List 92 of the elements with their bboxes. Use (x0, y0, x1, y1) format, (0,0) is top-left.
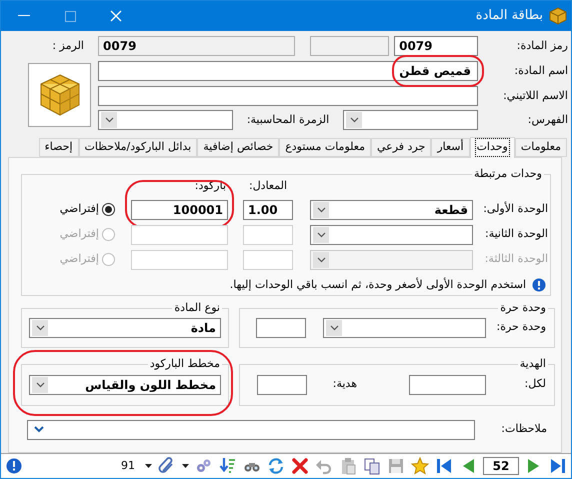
chevron-down-icon (316, 256, 326, 263)
maximize-icon (64, 10, 76, 22)
field-label: الوحدة الأولى: (483, 202, 548, 216)
record-number-field[interactable]: 52 (483, 457, 519, 476)
barcode-field[interactable]: 100001 (131, 200, 228, 220)
latin-name-field[interactable] (98, 86, 478, 106)
name-field[interactable]: قميص قطن (98, 61, 478, 81)
factor-field[interactable]: 1.00 (243, 200, 293, 220)
factor-field[interactable] (243, 250, 293, 270)
tab[interactable]: معلومات (514, 138, 567, 157)
dropdown-button[interactable] (313, 252, 329, 268)
chevron-down-icon (330, 324, 338, 331)
window-title: بطاقة المادة (476, 7, 543, 26)
chevron-down-icon (104, 117, 114, 123)
dropdown-button[interactable] (101, 112, 117, 128)
barcode-field[interactable] (131, 224, 228, 245)
unit-dropdown[interactable]: قطعة (310, 200, 473, 220)
tab[interactable]: خصائص إضافية (197, 138, 280, 157)
field-label: إفتراضي (60, 201, 99, 218)
minimize-icon (18, 15, 30, 17)
index-dropdown[interactable] (343, 110, 478, 130)
delete-icon[interactable] (291, 457, 309, 476)
field-label: الاسم اللاتيني: (502, 88, 568, 104)
field-label: المعادل: (248, 178, 288, 194)
chevron-down-icon (316, 206, 326, 213)
first-record-icon[interactable] (435, 457, 453, 476)
save-icon[interactable] (387, 457, 405, 476)
dropdown-button[interactable] (313, 202, 329, 218)
last-record-icon[interactable] (549, 457, 567, 476)
star-icon[interactable] (411, 457, 429, 476)
tab[interactable]: وحدات (470, 136, 515, 158)
dropdown-button[interactable] (313, 226, 329, 243)
chevron-down-icon (34, 426, 44, 434)
dropdown-button[interactable] (32, 320, 48, 336)
dropdown-button[interactable] (346, 112, 362, 128)
dropdown-button[interactable] (326, 320, 342, 336)
field-label: الزمرة المحاسبية: (246, 112, 330, 128)
tab[interactable]: معلومات مستودع (279, 138, 371, 157)
tab[interactable]: أسعار (431, 138, 470, 157)
group-title: الهدية (518, 356, 548, 372)
close-icon (110, 10, 122, 22)
barcode-scheme-dropdown[interactable]: مخطط اللون والقياس (29, 374, 221, 395)
barcode-field[interactable] (131, 250, 228, 270)
radio-button[interactable] (102, 228, 115, 242)
dropdown-button[interactable] (32, 376, 48, 393)
tab[interactable]: بدائل الباركود/ملاحظات (78, 138, 198, 157)
chevron-down-icon (36, 382, 44, 388)
unit-dropdown[interactable] (310, 224, 473, 245)
caret-icon[interactable] (182, 464, 189, 468)
account-group-dropdown[interactable] (98, 110, 233, 130)
field-label: الوحدة الثالثة: (484, 252, 548, 266)
cube-icon (549, 7, 567, 25)
code-field[interactable]: 0079 (394, 36, 478, 56)
field-label: وحدة حرة: (496, 320, 546, 334)
field-label: لكل: (524, 377, 546, 390)
field-label: الوحدة الثانية: (485, 227, 548, 240)
sort-descending-icon[interactable] (219, 457, 237, 476)
symbol-field[interactable]: 0079 (98, 36, 296, 56)
item-type-dropdown[interactable]: مادة (29, 318, 221, 338)
field-label: اسم المادة: (513, 62, 568, 79)
notes-field[interactable] (27, 420, 475, 440)
field-label: رمز المادة: (516, 38, 568, 54)
field-label: ملاحظات: (501, 422, 547, 436)
free-unit-dropdown[interactable] (323, 318, 486, 338)
tab[interactable]: جرد فرعي (370, 138, 432, 157)
copy-icon[interactable] (363, 457, 381, 476)
group-title: وحدات مرتبطة (472, 166, 544, 182)
field-label: إفتراضي (60, 226, 99, 242)
group-title: مخطط الباركود (148, 356, 222, 372)
field-label: الفهرس: (526, 112, 568, 128)
chevron-down-icon (316, 232, 326, 238)
factor-field[interactable] (243, 224, 293, 245)
input-field[interactable] (310, 36, 390, 56)
caret-icon[interactable] (145, 464, 152, 468)
tab[interactable]: إحصاء (38, 138, 79, 157)
hint-text: استخدم الوحدة الأولى لأصغر وحدة، ثم انسب باقي الوحدات إليها. (230, 276, 526, 293)
refresh-icon[interactable] (267, 457, 285, 476)
field-label: الرمز : (52, 38, 84, 52)
input-field[interactable] (409, 374, 486, 395)
group-title: نوع المادة (172, 300, 222, 316)
paste-icon[interactable] (339, 457, 357, 476)
field-label: إفتراضي (60, 251, 99, 268)
count-label: 91 (121, 458, 135, 474)
info-icon[interactable] (5, 457, 23, 476)
field-label: هدية: (332, 376, 357, 392)
chevron-down-icon (350, 117, 358, 123)
chevron-down-icon (36, 324, 44, 331)
item-image[interactable] (28, 63, 91, 127)
radio-button[interactable] (102, 203, 115, 216)
info-icon (532, 278, 546, 292)
input-field[interactable] (256, 318, 306, 338)
input-field[interactable] (256, 374, 307, 395)
